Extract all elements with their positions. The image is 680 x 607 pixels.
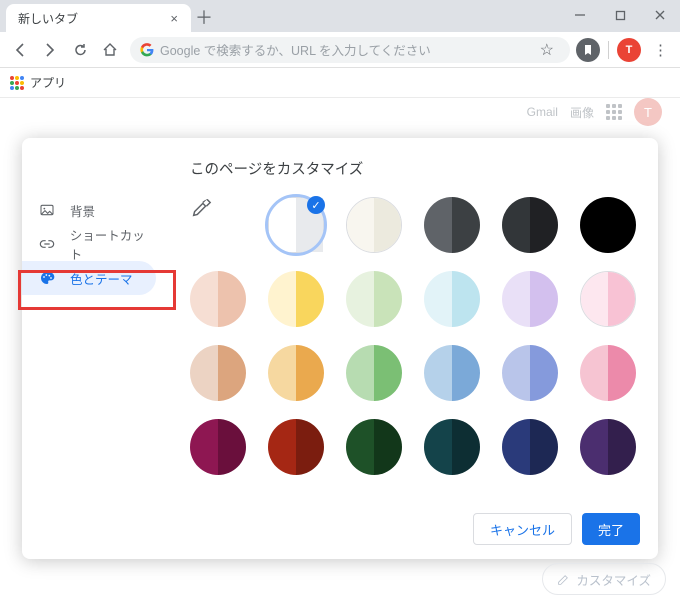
color-swatch[interactable] bbox=[580, 197, 636, 253]
color-swatch[interactable] bbox=[346, 271, 402, 327]
color-swatch[interactable] bbox=[424, 419, 480, 475]
window-minimize-button[interactable] bbox=[560, 2, 600, 28]
window-titlebar: 新しいタブ × ＋ bbox=[0, 0, 680, 32]
color-swatch[interactable]: ✓ bbox=[268, 197, 324, 253]
customize-button[interactable]: カスタマイズ bbox=[542, 563, 666, 595]
color-swatch[interactable] bbox=[190, 345, 246, 401]
tab-title: 新しいタブ bbox=[18, 10, 167, 27]
dialog-footer: キャンセル 完了 bbox=[473, 513, 640, 545]
browser-toolbar: Google で検索するか、URL を入力してください ☆ T ⋮ bbox=[0, 32, 680, 68]
ntp-header: Gmail 画像 T bbox=[527, 98, 680, 126]
color-swatch[interactable] bbox=[190, 271, 246, 327]
sidebar-item-label: 色とテーマ bbox=[70, 269, 133, 288]
color-swatch[interactable] bbox=[424, 197, 480, 253]
dialog-main: このページをカスタマイズ ✓ キャンセル 完了 bbox=[164, 138, 658, 559]
sidebar-item-shortcuts[interactable]: ショートカット bbox=[22, 227, 156, 261]
color-swatch[interactable] bbox=[580, 419, 636, 475]
sidebar-item-color-theme[interactable]: 色とテーマ bbox=[22, 261, 156, 295]
ntp-link-images[interactable]: 画像 bbox=[570, 104, 594, 121]
done-button[interactable]: 完了 bbox=[582, 513, 640, 545]
color-swatch[interactable] bbox=[502, 197, 558, 253]
new-tab-button[interactable]: ＋ bbox=[191, 4, 217, 30]
browser-tab[interactable]: 新しいタブ × bbox=[6, 4, 191, 32]
sidebar-item-label: ショートカット bbox=[70, 225, 156, 263]
color-swatch[interactable] bbox=[268, 271, 324, 327]
sidebar-item-background[interactable]: 背景 bbox=[22, 193, 156, 227]
link-icon bbox=[38, 235, 56, 253]
home-button[interactable] bbox=[96, 36, 124, 64]
color-picker-swatch[interactable] bbox=[190, 197, 246, 253]
color-swatch[interactable] bbox=[424, 345, 480, 401]
color-swatch[interactable] bbox=[580, 345, 636, 401]
dialog-sidebar: 背景 ショートカット 色とテーマ bbox=[22, 138, 164, 559]
color-swatch[interactable] bbox=[502, 419, 558, 475]
bookmark-star-icon[interactable]: ☆ bbox=[540, 40, 554, 60]
color-swatch[interactable] bbox=[502, 271, 558, 327]
color-swatch[interactable] bbox=[502, 345, 558, 401]
eyedropper-icon bbox=[190, 197, 212, 219]
dialog-title: このページをカスタマイズ bbox=[190, 158, 636, 179]
ntp-avatar[interactable]: T bbox=[634, 98, 662, 126]
extension-icon[interactable] bbox=[576, 38, 600, 62]
apps-grid-icon bbox=[10, 76, 24, 90]
color-swatch[interactable] bbox=[268, 345, 324, 401]
color-swatch[interactable] bbox=[346, 345, 402, 401]
window-close-button[interactable] bbox=[640, 2, 680, 28]
color-swatch[interactable] bbox=[580, 271, 636, 327]
apps-label: アプリ bbox=[30, 74, 66, 91]
bookmarks-bar: アプリ bbox=[0, 68, 680, 98]
toolbar-separator bbox=[608, 41, 609, 59]
window-controls bbox=[560, 0, 680, 32]
forward-button[interactable] bbox=[36, 36, 64, 64]
reload-button[interactable] bbox=[66, 36, 94, 64]
ntp-link-gmail[interactable]: Gmail bbox=[527, 105, 558, 119]
color-swatch[interactable] bbox=[424, 271, 480, 327]
customize-label: カスタマイズ bbox=[576, 570, 651, 589]
apps-shortcut[interactable]: アプリ bbox=[10, 74, 66, 91]
image-icon bbox=[38, 201, 56, 219]
color-swatch[interactable] bbox=[190, 419, 246, 475]
menu-kebab-icon[interactable]: ⋮ bbox=[647, 41, 674, 59]
cancel-button[interactable]: キャンセル bbox=[473, 513, 572, 545]
color-swatch[interactable] bbox=[268, 419, 324, 475]
color-swatch-grid: ✓ bbox=[190, 197, 636, 475]
customize-dialog: 背景 ショートカット 色とテーマ このページをカスタマイズ ✓ キャンセル 完了 bbox=[22, 138, 658, 559]
back-button[interactable] bbox=[6, 36, 34, 64]
close-tab-icon[interactable]: × bbox=[167, 11, 181, 26]
omnibox-placeholder: Google で検索するか、URL を入力してください bbox=[160, 40, 431, 59]
profile-avatar[interactable]: T bbox=[617, 38, 641, 62]
palette-icon bbox=[38, 269, 56, 287]
check-icon: ✓ bbox=[307, 196, 325, 214]
window-maximize-button[interactable] bbox=[600, 2, 640, 28]
google-icon bbox=[140, 43, 154, 57]
sidebar-item-label: 背景 bbox=[70, 201, 95, 220]
address-bar[interactable]: Google で検索するか、URL を入力してください ☆ bbox=[130, 37, 570, 63]
apps-launcher-icon[interactable] bbox=[606, 104, 622, 120]
color-swatch[interactable] bbox=[346, 197, 402, 253]
color-swatch[interactable] bbox=[346, 419, 402, 475]
pencil-icon bbox=[557, 573, 570, 586]
